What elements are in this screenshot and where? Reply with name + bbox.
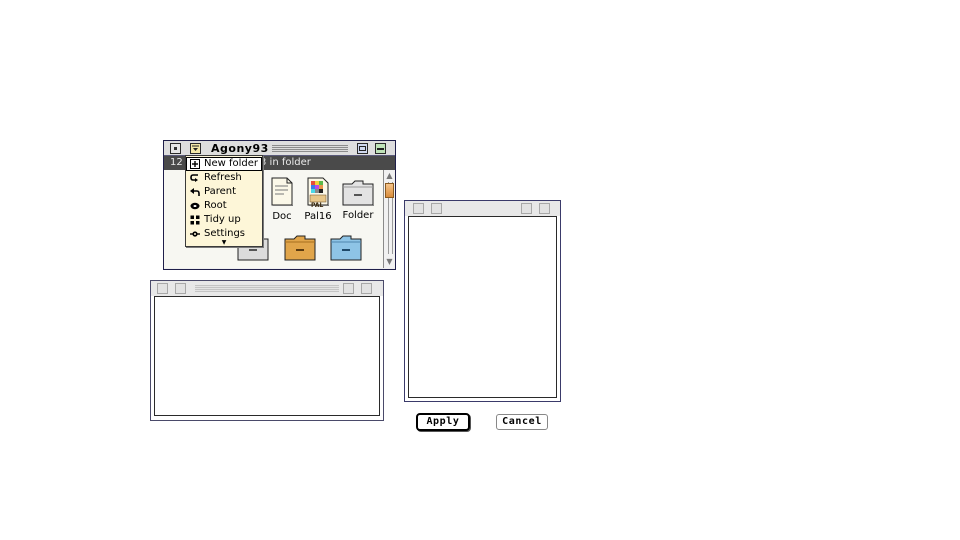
window-content-area[interactable] xyxy=(154,296,380,416)
scroll-up-arrow-icon[interactable]: ▲ xyxy=(385,171,394,180)
scroll-thumb[interactable] xyxy=(385,183,394,198)
title-bar[interactable] xyxy=(151,281,383,296)
menu-item-new-folder[interactable]: New folder xyxy=(186,157,262,171)
window-content-area[interactable] xyxy=(408,216,557,398)
menu-item-refresh[interactable]: Refresh xyxy=(186,171,262,185)
zoom-box-icon[interactable] xyxy=(357,143,368,154)
window-menu-button[interactable] xyxy=(190,143,201,154)
new-folder-icon xyxy=(190,159,200,169)
window-menu-box-icon[interactable] xyxy=(431,203,442,214)
menu-item-label: Tidy up xyxy=(204,214,241,225)
vertical-scrollbar[interactable]: ▲ ▼ xyxy=(383,170,395,268)
pal16-file[interactable]: PAL Pal16 xyxy=(296,177,340,222)
folder-status: 3 in folder xyxy=(260,157,311,168)
menu-item-root[interactable]: Root xyxy=(186,199,262,213)
close-box-icon[interactable] xyxy=(413,203,424,214)
pal-badge: PAL xyxy=(311,202,324,209)
collapse-box-icon[interactable] xyxy=(539,203,550,214)
zoom-box-icon[interactable] xyxy=(343,283,354,294)
title-stripes xyxy=(272,145,348,152)
document-icon xyxy=(271,177,293,206)
title-bar[interactable] xyxy=(405,201,560,216)
folder-label: Folder xyxy=(342,210,374,221)
window-title: Agony93 xyxy=(211,142,269,155)
close-box-icon[interactable] xyxy=(170,143,181,154)
pal16-label: Pal16 xyxy=(304,211,332,222)
root-icon xyxy=(190,202,200,210)
parent-arrow-icon xyxy=(190,188,200,196)
scroll-down-arrow-icon[interactable]: ▼ xyxy=(385,257,394,266)
window-context-menu: New folder Refresh Parent Root Tidy up S… xyxy=(185,155,263,247)
collapse-box-icon[interactable] xyxy=(375,143,386,154)
menu-more-chevron-down-icon[interactable]: ▼ xyxy=(186,240,262,246)
menu-item-label: Settings xyxy=(204,228,246,239)
empty-window-right xyxy=(404,200,561,402)
folder-icon xyxy=(342,180,374,206)
folder-blue-icon[interactable] xyxy=(329,234,363,262)
tidy-up-icon xyxy=(190,215,200,225)
item-count: 12 xyxy=(170,157,183,168)
chevron-down-icon xyxy=(192,145,199,151)
menu-item-parent[interactable]: Parent xyxy=(186,185,262,199)
title-stripes xyxy=(195,285,339,292)
refresh-icon xyxy=(190,174,198,182)
zoom-box-icon[interactable] xyxy=(521,203,532,214)
title-bar[interactable]: Agony93 xyxy=(164,141,395,156)
cancel-button[interactable]: Cancel xyxy=(496,414,548,430)
collapse-box-icon[interactable] xyxy=(361,283,372,294)
apply-button[interactable]: Apply xyxy=(416,413,470,431)
settings-icon xyxy=(190,231,200,237)
folder-orange-icon[interactable] xyxy=(283,234,317,262)
close-box-icon[interactable] xyxy=(157,283,168,294)
empty-window-left xyxy=(150,280,384,421)
menu-item-label: Parent xyxy=(204,186,237,197)
menu-item-tidy-up[interactable]: Tidy up xyxy=(186,213,262,227)
window-menu-box-icon[interactable] xyxy=(175,283,186,294)
menu-item-label: Refresh xyxy=(204,172,242,183)
menu-item-label: Root xyxy=(204,200,227,211)
menu-item-label: New folder xyxy=(204,158,259,169)
folder-item[interactable]: Folder xyxy=(336,179,380,221)
